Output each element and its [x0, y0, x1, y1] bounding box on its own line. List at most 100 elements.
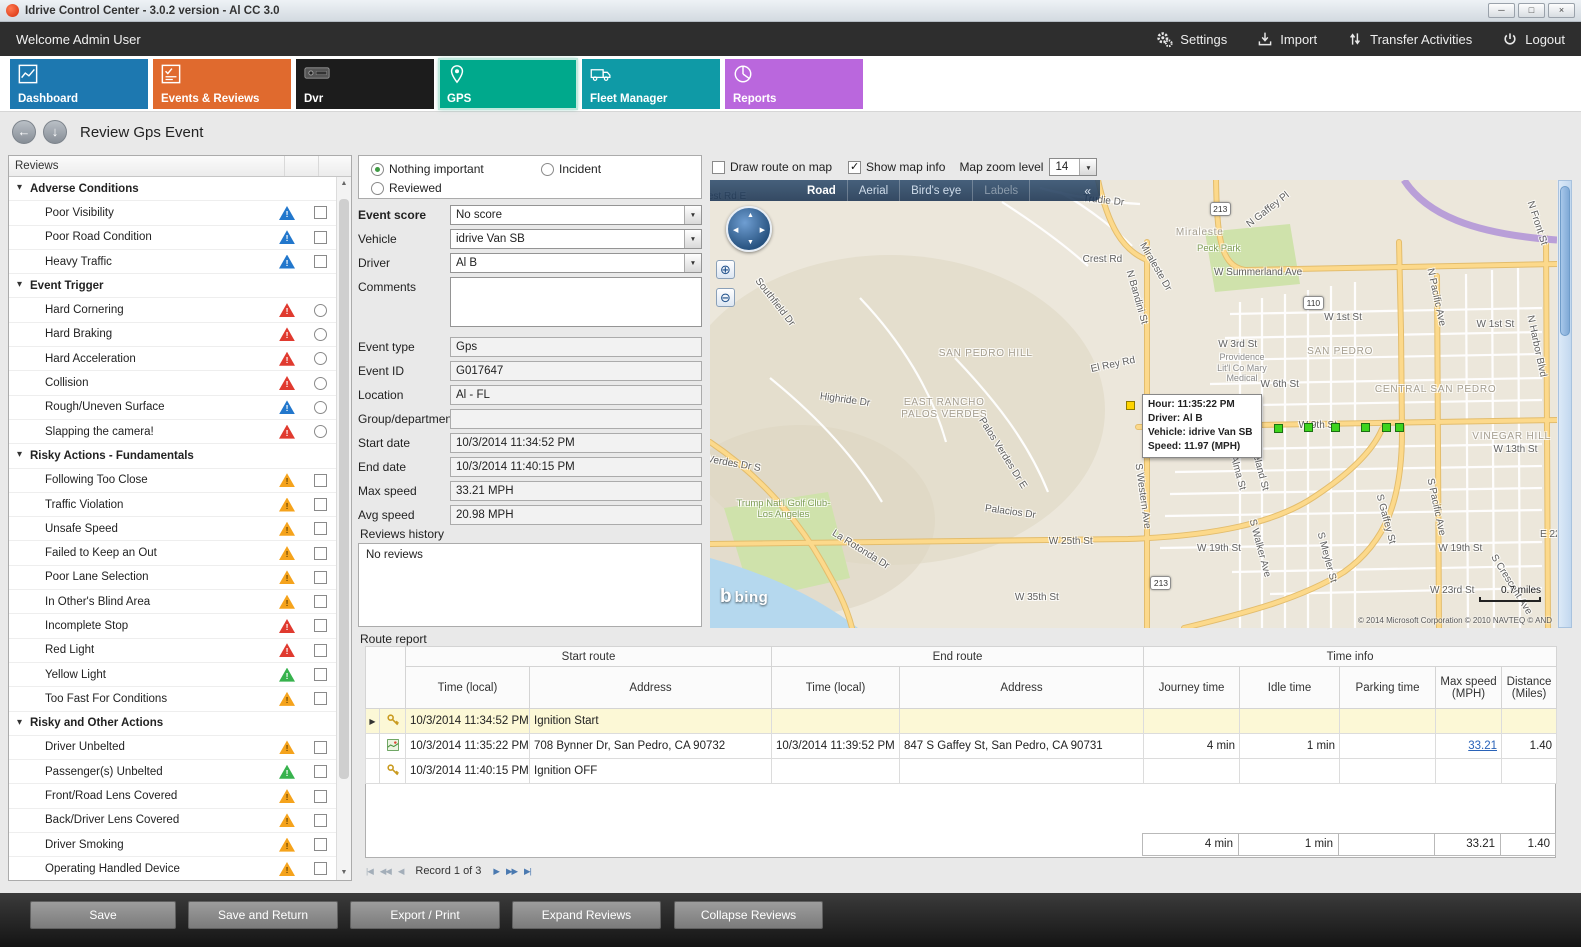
cell-journey[interactable] — [1144, 759, 1240, 784]
map-view-tab-labels[interactable]: Labels — [973, 180, 1030, 201]
cell-start_address[interactable]: Ignition Start — [530, 709, 772, 734]
cell-end_address[interactable] — [900, 709, 1144, 734]
cell-idle[interactable] — [1240, 759, 1340, 784]
column-header-address-3[interactable]: Address — [900, 667, 1144, 709]
review-checkbox[interactable] — [314, 765, 327, 778]
tab-dvr[interactable]: Dvr — [296, 59, 434, 109]
status-option-reviewed[interactable]: Reviewed — [371, 181, 442, 195]
save-button[interactable]: Save — [30, 901, 176, 929]
review-checkbox[interactable] — [314, 571, 327, 584]
column-header-distance-miles-8[interactable]: Distance (Miles) — [1502, 667, 1557, 709]
collapse-reviews-button[interactable]: Collapse Reviews — [674, 901, 823, 929]
review-checkbox[interactable] — [314, 547, 327, 560]
cell-max_speed[interactable]: 33.21 — [1436, 734, 1502, 759]
group-expand-icon[interactable]: ▾ — [17, 182, 22, 193]
column-header-journey-time-4[interactable]: Journey time — [1144, 667, 1240, 709]
pager-next-icon[interactable]: ▶ — [493, 866, 499, 877]
map-doc-icon[interactable] — [380, 734, 406, 759]
radio-icon[interactable] — [541, 163, 554, 176]
map-scrollbar[interactable] — [1558, 180, 1572, 628]
review-checkbox[interactable] — [314, 522, 327, 535]
green-route-marker[interactable] — [1304, 423, 1313, 432]
column-header-address-1[interactable]: Address — [530, 667, 772, 709]
cell-parking[interactable] — [1340, 759, 1436, 784]
review-checkbox[interactable] — [314, 741, 327, 754]
pager-prev-icon[interactable]: ◀ — [398, 866, 404, 877]
chevron-down-icon[interactable]: ▼ — [684, 206, 701, 224]
green-route-marker[interactable] — [1331, 423, 1340, 432]
cell-max_speed[interactable] — [1436, 709, 1502, 734]
review-checkbox[interactable] — [314, 814, 327, 827]
scroll-down-icon[interactable]: ▼ — [337, 866, 351, 880]
review-checkbox[interactable] — [314, 474, 327, 487]
green-route-marker[interactable] — [1382, 423, 1391, 432]
review-radio[interactable] — [314, 352, 327, 365]
cell-parking[interactable] — [1340, 709, 1436, 734]
scrollbar-thumb[interactable] — [339, 199, 349, 779]
review-checkbox[interactable] — [314, 668, 327, 681]
review-group-risky-and-other-actions[interactable]: ▾Risky and Other Actions — [9, 712, 336, 736]
tab-dashboard[interactable]: Dashboard — [10, 59, 148, 109]
cell-distance[interactable] — [1502, 709, 1557, 734]
review-radio[interactable] — [314, 377, 327, 390]
cell-journey[interactable]: 4 min — [1144, 734, 1240, 759]
cell-idle[interactable] — [1240, 709, 1340, 734]
map-zoom-level-select[interactable]: 14 ▼ — [1049, 158, 1097, 176]
cell-end_time[interactable]: 10/3/2014 11:39:52 PM — [772, 734, 900, 759]
map-compass-control[interactable]: ▲ ▼ ◀ ▶ — [726, 206, 772, 252]
reviews-scrollbar[interactable]: ▲ ▼ — [336, 177, 351, 880]
draw-route-checkbox[interactable] — [712, 161, 725, 174]
cell-start_address[interactable]: Ignition OFF — [530, 759, 772, 784]
column-header-idle-time-5[interactable]: Idle time — [1240, 667, 1340, 709]
driver-select[interactable]: Al B ▼ — [450, 253, 702, 273]
cell-journey[interactable] — [1144, 709, 1240, 734]
review-checkbox[interactable] — [314, 790, 327, 803]
pager-first-icon[interactable]: |◀ — [366, 866, 373, 877]
pan-up-icon[interactable]: ▲ — [747, 212, 754, 219]
bing-map[interactable]: RoadAerialBird's eyeLabels « ▲ ▼ ◀ ▶ ⊕ ⊖… — [710, 180, 1557, 628]
column-header-parking-time-6[interactable]: Parking time — [1340, 667, 1436, 709]
tab-events-reviews[interactable]: Events & Reviews — [153, 59, 291, 109]
status-option-incident[interactable]: Incident — [541, 162, 601, 176]
header-action-logout[interactable]: Logout — [1502, 31, 1565, 47]
map-view-tab-road[interactable]: Road — [796, 180, 848, 201]
cell-end_address[interactable]: 847 S Gaffey St, San Pedro, CA 90731 — [900, 734, 1144, 759]
route-row[interactable]: ▶10/3/2014 11:34:52 PMIgnition Start — [366, 709, 1557, 734]
review-group-risky-actions-fundamentals[interactable]: ▾Risky Actions - Fundamentals — [9, 444, 336, 468]
cell-end_time[interactable] — [772, 709, 900, 734]
radio-icon[interactable] — [371, 182, 384, 195]
chevron-down-icon[interactable]: ▼ — [684, 230, 701, 248]
pan-down-icon[interactable]: ▼ — [747, 239, 754, 246]
show-map-info-checkbox[interactable]: ✓ — [848, 161, 861, 174]
cell-end_address[interactable] — [900, 759, 1144, 784]
column-header-time-local-2[interactable]: Time (local) — [772, 667, 900, 709]
map-view-tab-bird-s-eye[interactable]: Bird's eye — [900, 180, 973, 201]
back-button[interactable]: ← — [12, 120, 36, 144]
maximize-button[interactable]: □ — [1518, 3, 1545, 18]
zoom-out-button[interactable]: ⊖ — [716, 288, 735, 307]
column-header-max-speed-mph-7[interactable]: Max speed (MPH) — [1436, 667, 1502, 709]
close-button[interactable]: × — [1548, 3, 1575, 18]
group-expand-icon[interactable]: ▾ — [17, 449, 22, 460]
cell-parking[interactable] — [1340, 734, 1436, 759]
scroll-up-icon[interactable]: ▲ — [337, 177, 351, 191]
cell-start_time[interactable]: 10/3/2014 11:34:52 PM — [406, 709, 530, 734]
review-group-event-trigger[interactable]: ▾Event Trigger — [9, 274, 336, 298]
tab-fleet-manager[interactable]: Fleet Manager — [582, 59, 720, 109]
review-checkbox[interactable] — [314, 255, 327, 268]
column-header-time-local-0[interactable]: Time (local) — [406, 667, 530, 709]
cell-idle[interactable]: 1 min — [1240, 734, 1340, 759]
green-route-marker[interactable] — [1395, 423, 1404, 432]
pan-left-icon[interactable]: ◀ — [733, 227, 738, 234]
collapse-toolbar-button[interactable]: « — [1075, 184, 1100, 198]
minimize-button[interactable]: ─ — [1488, 3, 1515, 18]
pager-fast-prev-icon[interactable]: ◀◀ — [380, 866, 391, 877]
pager-fast-next-icon[interactable]: ▶▶ — [506, 866, 517, 877]
review-radio[interactable] — [314, 401, 327, 414]
review-radio[interactable] — [314, 328, 327, 341]
cell-start_time[interactable]: 10/3/2014 11:40:15 PM — [406, 759, 530, 784]
zoom-in-button[interactable]: ⊕ — [716, 260, 735, 279]
export-print-button[interactable]: Export / Print — [350, 901, 500, 929]
review-checkbox[interactable] — [314, 619, 327, 632]
review-radio[interactable] — [314, 304, 327, 317]
